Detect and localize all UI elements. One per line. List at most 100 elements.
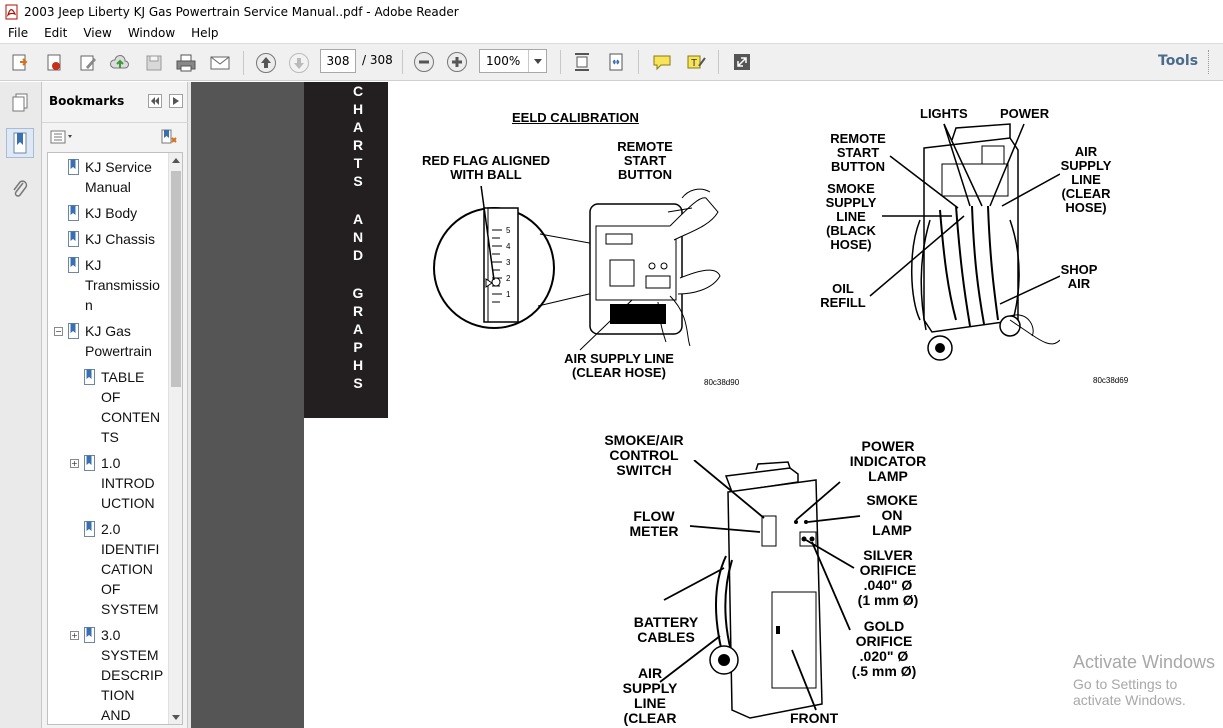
collapse-node-icon[interactable]: − [54,327,63,336]
print-button[interactable] [174,52,198,74]
printer-icon [176,54,196,72]
plus-icon [447,52,467,72]
scroll-down-icon[interactable] [169,710,182,724]
bookmark-options-button[interactable] [50,130,74,144]
bookmark-item[interactable]: KJ Service Manual [85,157,152,197]
menu-view[interactable]: View [75,26,119,40]
bookmark-item[interactable]: KJ Transmissio n [85,255,160,315]
bookmark-item-text: SYSTEM [101,601,159,617]
cloud-upload-button[interactable] [108,52,132,74]
fig3-illustration [659,460,861,719]
side-tab-letter: C [352,83,364,99]
bookmark-icon [84,455,95,471]
save-button[interactable] [142,52,166,74]
page-thumbnails-button[interactable] [6,88,34,118]
bookmark-item-text: SYSTEM [101,647,159,663]
bookmark-item-text: TION [101,687,135,703]
section-side-tab: CHARTSANDGRAPHS [304,82,388,418]
bookmark-item[interactable]: KJ Chassis [85,229,155,249]
bookmark-item[interactable]: TABLE OF CONTEN TS [101,367,160,447]
bookmark-ribbon-icon [13,132,27,154]
scroll-up-icon[interactable] [169,153,182,167]
bookmark-item-text: AND [101,707,131,723]
fit-width-icon [609,53,623,71]
menu-window[interactable]: Window [120,26,183,40]
bookmark-item[interactable]: 3.0 SYSTEM DESCRIP TION AND [101,625,163,724]
bookmarks-tree: KJ Service Manual KJ Body KJ Chassis KJ Trans… [47,152,183,725]
bookmark-icon [68,257,79,273]
menu-edit[interactable]: Edit [36,26,75,40]
fit-width-button[interactable] [604,51,628,73]
zoom-in-button[interactable] [445,51,469,73]
options-list-icon [50,130,72,144]
email-button[interactable] [208,52,232,74]
scale-2: 2 [506,274,511,283]
zoom-select[interactable]: 100% [479,49,547,73]
create-pdf-button[interactable] [8,52,32,74]
side-tab-letter: H [352,357,364,373]
export-pdf-button[interactable] [42,52,66,74]
page-thumbnails-icon [12,93,28,112]
bookmark-icon [84,369,95,385]
expand-node-icon[interactable]: + [70,631,79,640]
bookmark-item-text: 3.0 [101,627,121,643]
save-icon [146,55,162,71]
bookmark-item-text: KJ Chassis [85,231,156,247]
bookmark-item-text: n [85,297,93,313]
highlight-button[interactable]: T [684,51,708,73]
fullscreen-button[interactable] [730,51,754,73]
expand-node-icon[interactable]: + [70,459,79,468]
fig1-illustration: 5 4 3 2 1 [433,186,721,351]
side-tab-letter: T [353,155,363,171]
collapse-panel-icon[interactable] [148,94,162,108]
bookmarks-panel: Bookmarks KJ Service Manual KJ Body KJ Chas… [42,82,188,728]
comment-button[interactable] [650,51,674,73]
fig2-power-label: POWER [1000,106,1050,121]
bookmark-item-text: 1.0 [101,455,121,471]
arrow-up-icon [256,53,276,73]
bookmarks-toolbar [42,122,188,152]
fig2-air-label: AIR SUPPLY LINE (CLEAR HOSE) [1060,144,1112,215]
cloud-upload-icon [110,54,129,69]
chevron-down-icon[interactable] [528,50,546,72]
bookmark-icon [68,159,79,175]
next-page-button[interactable] [287,52,311,74]
scale-4: 4 [506,242,511,251]
bookmarks-panel-button[interactable] [6,128,34,158]
bookmarks-title: Bookmarks [49,94,125,108]
zoom-out-button[interactable] [412,51,436,73]
attachments-button[interactable] [6,174,34,204]
bookmarks-scrollbar[interactable] [168,153,182,724]
bookmark-item-text: KJ Body [85,205,138,221]
bookmark-item[interactable]: KJ Gas Powertrain [85,321,152,361]
scale-1: 1 [506,290,511,299]
menu-help[interactable]: Help [183,26,226,40]
page-number-input[interactable]: 308 [320,49,356,73]
bookmark-icon [84,627,95,643]
bookmark-item-text: IDENTIFI [101,541,160,557]
side-tab-letter: S [353,173,363,189]
bookmark-icon [68,231,79,247]
bookmark-item-text: KJ Gas [85,323,131,339]
previous-page-button[interactable] [254,52,278,74]
activation-watermark-title: Activate Windows [1073,652,1216,672]
menu-file[interactable]: File [0,26,36,40]
side-tab-letter: N [352,229,364,245]
tools-button[interactable]: Tools [1158,53,1198,69]
bookmark-item[interactable]: 1.0 INTROD UCTION [101,453,155,513]
new-bookmark-icon [161,129,177,144]
bookmark-item[interactable]: KJ Body [85,203,137,223]
fit-page-button[interactable] [570,51,594,73]
scrollbar-thumb[interactable] [171,171,181,387]
adobe-pdf-icon [5,4,18,19]
bookmark-item-text: 2.0 [101,521,121,537]
bookmark-item-text: KJ Service [85,159,152,175]
bookmark-item-text: CONTEN [101,409,161,425]
bookmark-item[interactable]: 2.0 IDENTIFI CATION OF SYSTEM [101,519,159,619]
add-bookmark-button[interactable] [160,128,178,146]
edit-pdf-button[interactable] [76,52,100,74]
bookmark-item-text: UCTION [101,495,155,511]
side-tab-letter: H [352,101,364,117]
expand-panel-icon[interactable] [169,94,183,108]
edit-pdf-icon [80,55,96,71]
